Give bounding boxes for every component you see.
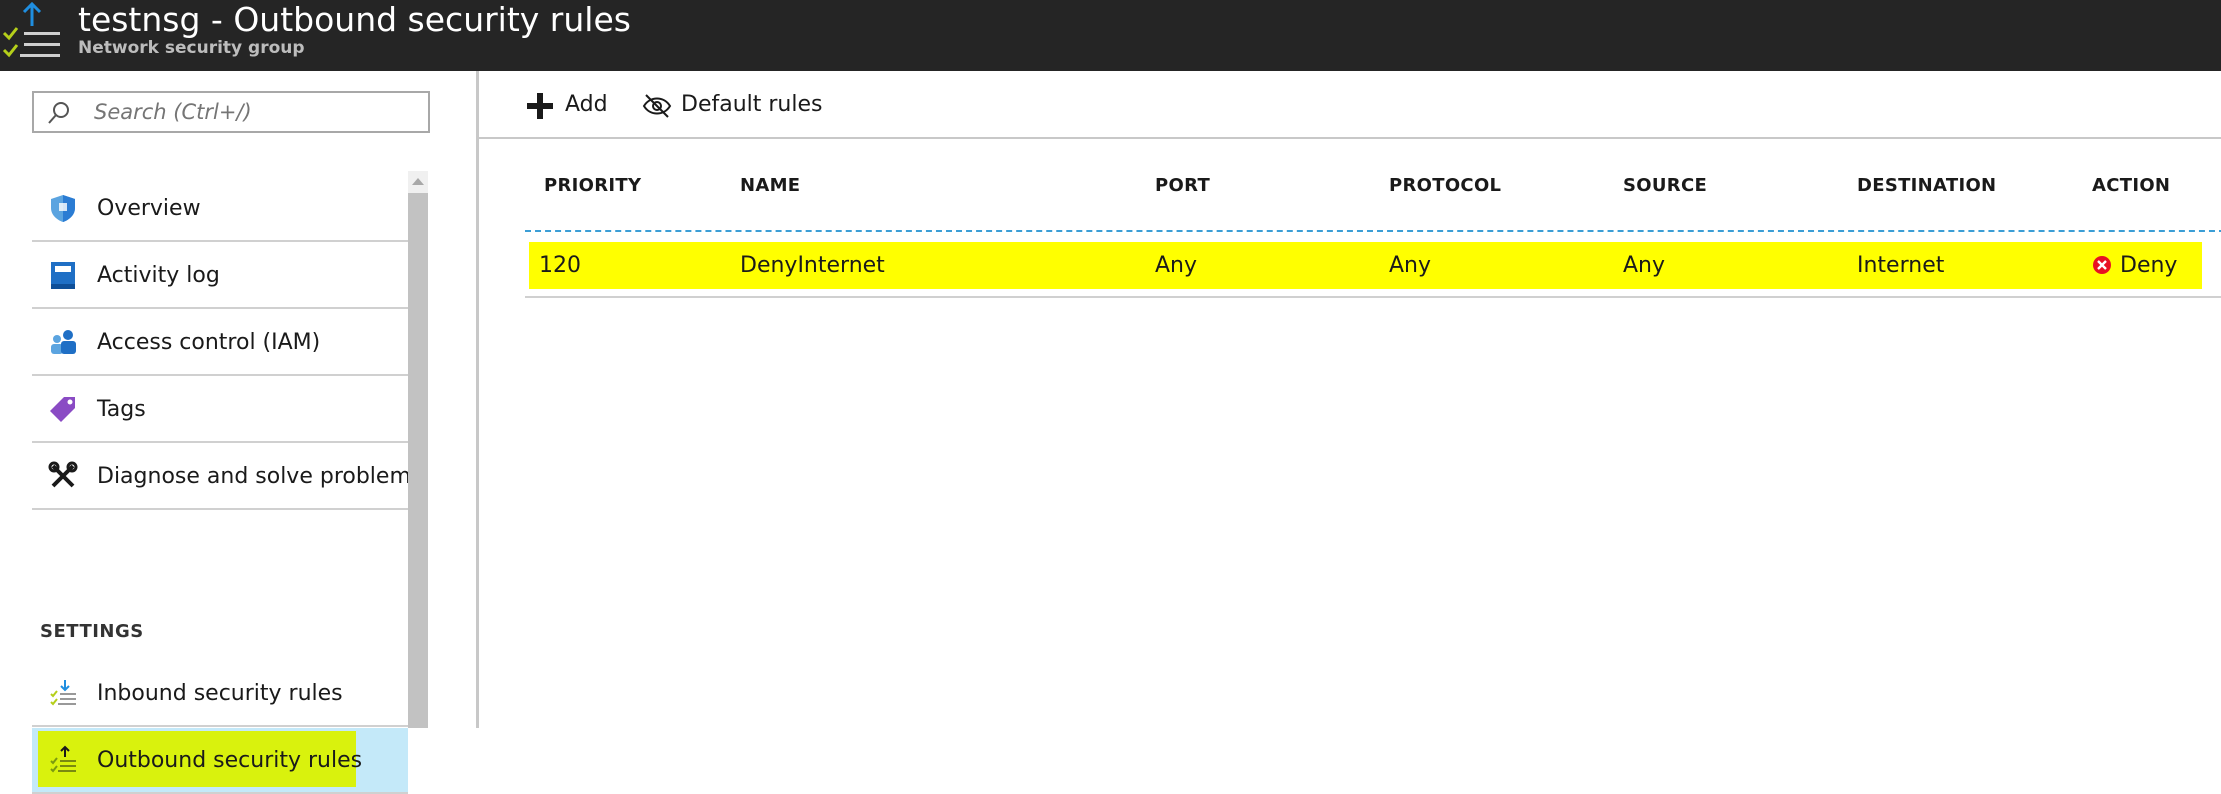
cell-destination: Internet [1857, 253, 1945, 278]
menu-item-label: Activity log [97, 263, 220, 288]
cell-source: Any [1623, 253, 1666, 278]
column-header-name[interactable]: NAME [740, 171, 800, 201]
menu-item-label: Overview [97, 196, 201, 221]
resource-menu: Overview Activity log Access control (IA… [0, 71, 476, 794]
menu-item-label: Outbound security rules [97, 748, 363, 773]
chevron-up-icon [412, 178, 424, 185]
tag-icon [50, 397, 75, 422]
cell-name: DenyInternet [740, 253, 885, 278]
row-divider [525, 296, 2221, 298]
cell-priority: 120 [539, 253, 581, 278]
column-header-port[interactable]: PORT [1155, 171, 1210, 201]
plus-icon [527, 93, 553, 119]
wrench-icon [48, 461, 78, 488]
scroll-up-button[interactable] [408, 171, 428, 193]
column-header-protocol[interactable]: PROTOCOL [1389, 171, 1501, 201]
menu-item-diagnose[interactable]: Diagnose and solve problems [32, 444, 422, 510]
menu-item-activity-log[interactable]: Activity log [32, 243, 408, 309]
menu-item-access-control[interactable]: Access control (IAM) [32, 310, 408, 376]
cell-port: Any [1155, 253, 1198, 278]
iam-users-icon [51, 330, 76, 354]
eye-hidden-icon [642, 94, 672, 118]
menu-search[interactable] [32, 91, 430, 133]
menu-scrollbar[interactable] [408, 171, 428, 728]
default-rules-label: Default rules [681, 92, 823, 117]
deny-icon [2093, 256, 2111, 274]
column-header-source[interactable]: SOURCE [1623, 171, 1707, 201]
menu-item-tags[interactable]: Tags [32, 377, 408, 443]
outbound-rules-icon [50, 745, 76, 773]
rules-panel: Add Default rules PRIORITY NAME PORT PRO… [479, 71, 2221, 728]
menu-item-label: Access control (IAM) [97, 330, 321, 355]
inbound-rules-icon [50, 680, 76, 706]
menu-item-overview[interactable]: Overview [32, 176, 408, 242]
column-header-priority[interactable]: PRIORITY [544, 171, 641, 201]
cell-protocol: Any [1389, 253, 1432, 278]
table-row[interactable]: 120 DenyInternet Any Any Any Internet De… [525, 239, 2221, 298]
menu-item-label: Diagnose and solve problems [97, 464, 423, 489]
nsg-outbound-icon [2, 1, 60, 58]
search-icon [48, 102, 69, 124]
menu-item-label: Inbound security rules [97, 681, 343, 706]
blade-header: testnsg - Outbound security rules Networ… [0, 0, 2221, 71]
page-subtitle: Network security group [78, 38, 305, 58]
search-input[interactable] [94, 93, 414, 131]
command-bar: Add Default rules [479, 71, 2221, 139]
section-header-settings: SETTINGS [40, 621, 144, 642]
menu-item-inbound-rules[interactable]: Inbound security rules [32, 661, 408, 727]
add-button[interactable]: Add [525, 85, 625, 125]
add-button-label: Add [565, 92, 608, 117]
column-header-destination[interactable]: DESTINATION [1857, 171, 1996, 201]
column-header-action[interactable]: ACTION [2092, 171, 2170, 201]
activity-log-icon [51, 262, 75, 289]
menu-item-label: Tags [97, 397, 146, 422]
shield-icon [51, 195, 75, 222]
menu-item-outbound-rules[interactable]: Outbound security rules [32, 728, 408, 794]
page-title: testnsg - Outbound security rules [78, 0, 631, 39]
header-divider [525, 230, 2221, 232]
cell-action: Deny [2120, 253, 2178, 278]
default-rules-button[interactable]: Default rules [642, 85, 842, 125]
